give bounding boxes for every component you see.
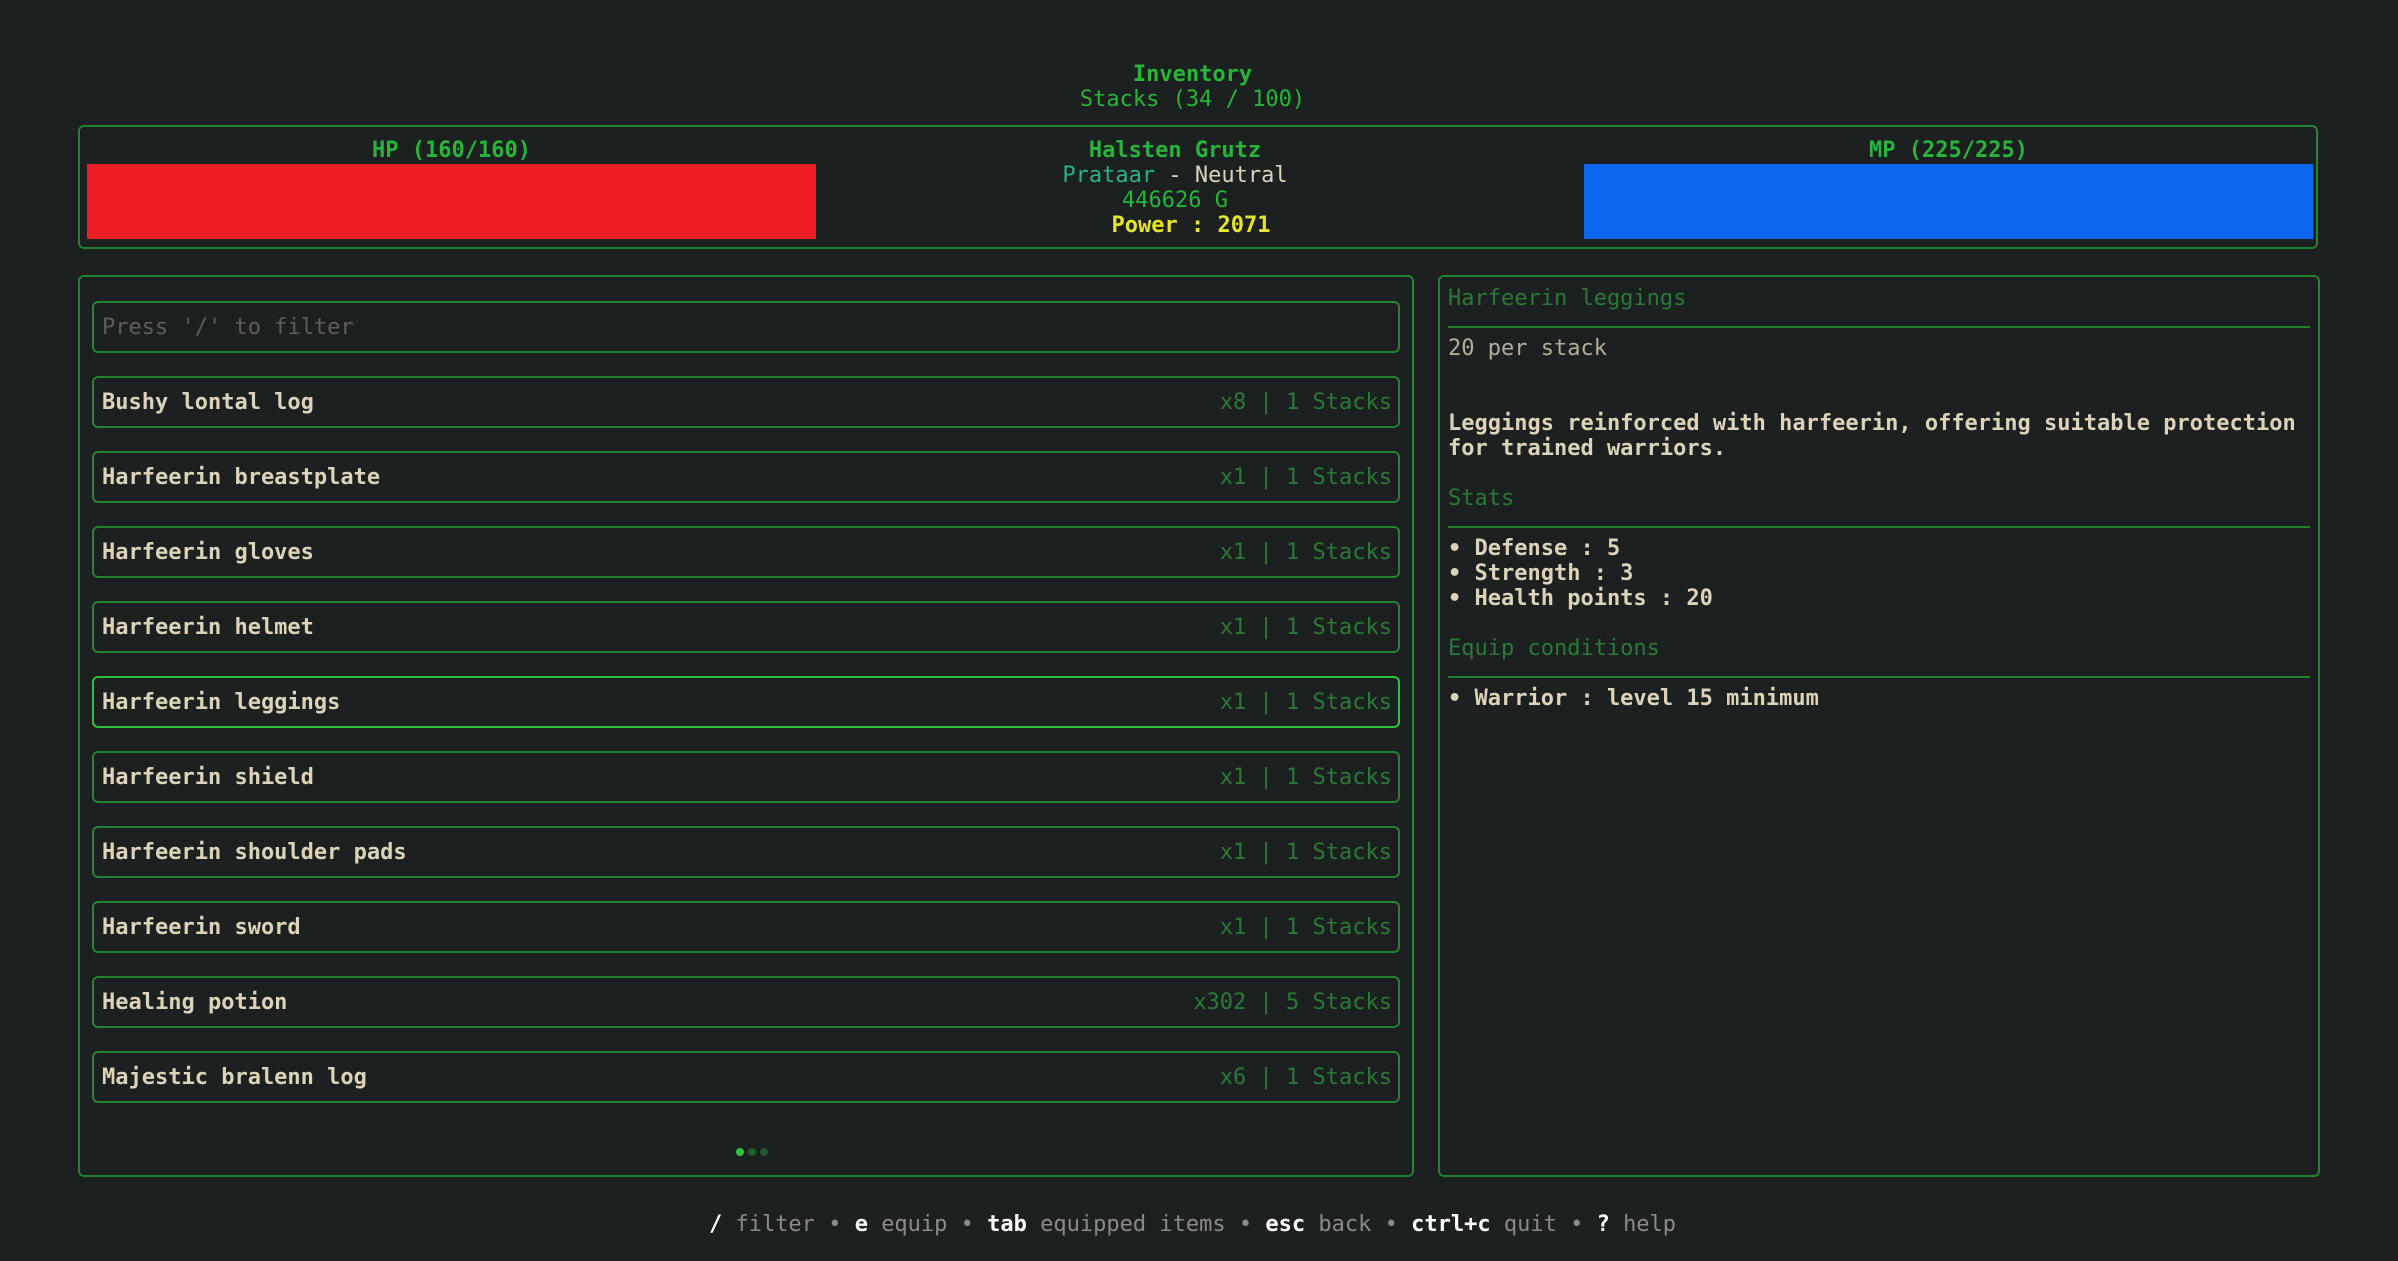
item-quantity: x1 | 1 Stacks xyxy=(1219,764,1392,790)
inventory-item[interactable]: Harfeerin leggings x1 | 1 Stacks xyxy=(92,676,1400,728)
mp-label: MP (225/225) xyxy=(1869,138,2028,163)
tab-key[interactable]: tab xyxy=(987,1212,1027,1237)
keybinding-help-bar: / filter • e equip • tab equipped items … xyxy=(0,1212,2385,1237)
equip-conditions-divider xyxy=(1448,676,2310,678)
mp-bar xyxy=(1584,164,2313,239)
item-quantity: x1 | 1 Stacks xyxy=(1219,689,1392,715)
help-separator: • xyxy=(1384,1212,1398,1237)
item-name: Harfeerin breastplate xyxy=(102,464,381,490)
stat-line: • Defense : 5 xyxy=(1448,536,1621,561)
item-quantity: x1 | 1 Stacks xyxy=(1219,464,1392,490)
inventory-item[interactable]: Harfeerin shield x1 | 1 Stacks xyxy=(92,751,1400,803)
equip-condition-line: • Warrior : level 15 minimum xyxy=(1448,686,1819,711)
stats-list: • Defense : 5 • Strength : 3 • Health poin… xyxy=(1448,536,1713,611)
inventory-item[interactable]: Harfeerin shoulder pads x1 | 1 Stacks xyxy=(92,826,1400,878)
page-dot xyxy=(748,1148,756,1156)
stat-line: • Health points : 20 xyxy=(1448,586,1713,611)
detail-divider xyxy=(1448,326,2310,328)
item-name: Harfeerin sword xyxy=(102,914,301,940)
item-quantity: x1 | 1 Stacks xyxy=(1219,539,1392,565)
equip-conditions-list: • Warrior : level 15 minimum xyxy=(1448,686,1819,711)
item-name: Harfeerin shield xyxy=(102,764,314,790)
item-quantity: x1 | 1 Stacks xyxy=(1219,914,1392,940)
filter-input[interactable] xyxy=(92,301,1400,353)
quit-key[interactable]: ctrl+c xyxy=(1411,1212,1490,1237)
inventory-item[interactable]: Bushy lontal log x8 | 1 Stacks xyxy=(92,376,1400,428)
quit-key-label: quit xyxy=(1503,1212,1557,1237)
detail-per-stack: 20 per stack xyxy=(1448,336,1607,361)
character-name: Halsten Grutz xyxy=(1088,138,1262,163)
esc-key[interactable]: esc xyxy=(1265,1212,1305,1237)
item-name: Healing potion xyxy=(102,989,288,1015)
item-name: Bushy lontal log xyxy=(102,389,314,415)
detail-title: Harfeerin leggings xyxy=(1448,286,1687,311)
inventory-item[interactable]: Majestic bralenn log x6 | 1 Stacks xyxy=(92,1051,1400,1103)
inventory-item[interactable]: Harfeerin sword x1 | 1 Stacks xyxy=(92,901,1400,953)
character-status-panel: HP (160/160) Halsten Grutz Prataar - Neu… xyxy=(78,125,2318,249)
inventory-list-panel: Bushy lontal log x8 | 1 Stacks Harfeerin b… xyxy=(78,275,1414,1177)
item-detail-panel: Harfeerin leggings 20 per stack Leggings… xyxy=(1438,275,2320,1177)
stacks-count: Stacks (34 / 100) xyxy=(1079,87,1306,112)
item-quantity: x1 | 1 Stacks xyxy=(1219,839,1392,865)
stats-divider xyxy=(1448,526,2310,528)
character-alignment: Neutral xyxy=(1194,163,1288,188)
race-separator: - xyxy=(1155,163,1195,188)
filter-key-label: filter xyxy=(735,1212,815,1237)
stat-line: • Strength : 3 xyxy=(1448,561,1634,586)
page-dot xyxy=(736,1148,744,1156)
equip-key[interactable]: e xyxy=(855,1212,868,1237)
item-quantity: x302 | 5 Stacks xyxy=(1193,989,1392,1015)
power-value: Power : 2071 xyxy=(1111,213,1271,238)
item-name: Majestic bralenn log xyxy=(102,1064,367,1090)
item-quantity: x8 | 1 Stacks xyxy=(1219,389,1392,415)
inventory-item[interactable]: Harfeerin breastplate x1 | 1 Stacks xyxy=(92,451,1400,503)
help-separator: • xyxy=(828,1212,842,1237)
character-race-alignment: Prataar - Neutral xyxy=(620,163,1730,188)
item-quantity: x6 | 1 Stacks xyxy=(1219,1064,1392,1090)
esc-key-label: back xyxy=(1318,1212,1372,1237)
tab-key-label: equipped items xyxy=(1040,1212,1226,1237)
pagination-dots xyxy=(736,1148,768,1156)
inventory-item[interactable]: Healing potion x302 | 5 Stacks xyxy=(92,976,1400,1028)
help-separator: • xyxy=(1570,1212,1584,1237)
inventory-item[interactable]: Harfeerin gloves x1 | 1 Stacks xyxy=(92,526,1400,578)
help-separator: • xyxy=(1238,1212,1253,1237)
item-quantity: x1 | 1 Stacks xyxy=(1219,614,1392,640)
gold-amount: 446626 G xyxy=(1122,188,1228,213)
help-key[interactable]: ? xyxy=(1597,1212,1610,1237)
help-separator: • xyxy=(960,1212,974,1237)
item-name: Harfeerin leggings xyxy=(102,689,341,715)
page-dot xyxy=(760,1148,768,1156)
page-title: Inventory xyxy=(1132,62,1253,87)
filter-key[interactable]: / xyxy=(709,1212,722,1237)
inventory-item[interactable]: Harfeerin helmet x1 | 1 Stacks xyxy=(92,601,1400,653)
equip-key-label: equip xyxy=(881,1212,948,1237)
item-name: Harfeerin gloves xyxy=(102,539,314,565)
item-name: Harfeerin helmet xyxy=(102,614,314,640)
detail-description: Leggings reinforced with harfeerin, offe… xyxy=(1448,411,2296,461)
stats-heading: Stats xyxy=(1448,486,1515,511)
equip-conditions-heading: Equip conditions xyxy=(1448,636,1660,661)
character-race: Prataar xyxy=(1062,163,1156,188)
help-key-label: help xyxy=(1623,1212,1677,1237)
item-name: Harfeerin shoulder pads xyxy=(102,839,407,865)
